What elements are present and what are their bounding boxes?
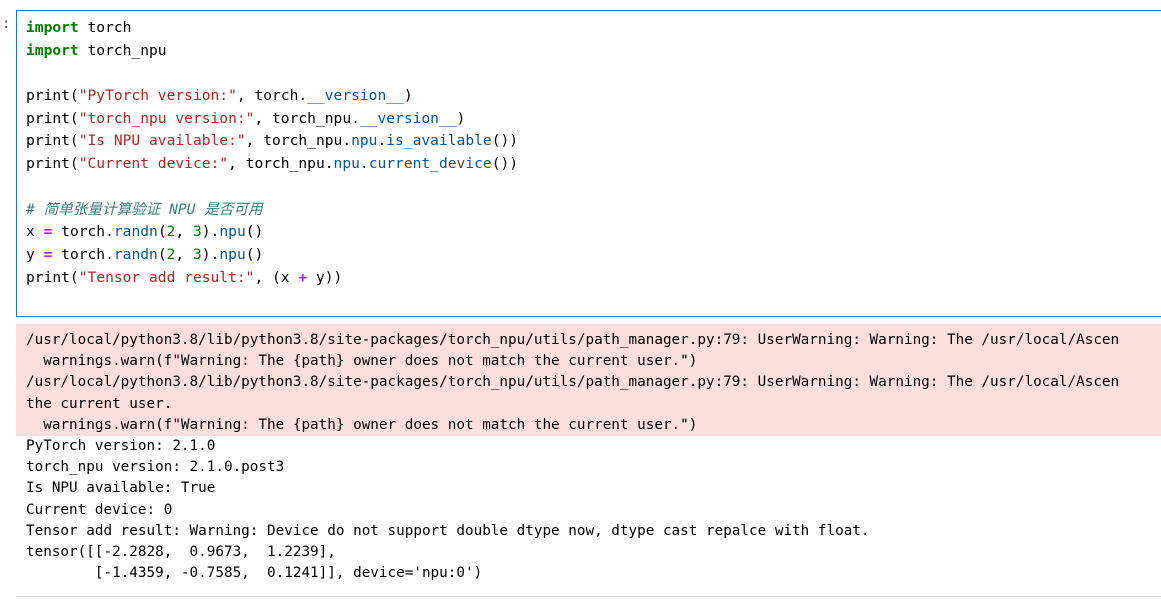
- code-token: print(: [26, 109, 79, 127]
- code-token: torch.: [52, 245, 114, 263]
- code-line[interactable]: [26, 176, 518, 199]
- code-token: __version__: [359, 109, 457, 127]
- code-token: torch: [78, 19, 132, 36]
- code-line[interactable]: import torch_npu: [26, 40, 518, 63]
- code-token: .: [359, 155, 369, 173]
- code-token: npu: [219, 245, 246, 263]
- code-token: , torch_npu.: [254, 109, 360, 127]
- code-token: y)): [307, 268, 343, 286]
- code-token: ): [456, 109, 466, 127]
- code-token: (): [245, 245, 264, 263]
- code-token: 3: [193, 223, 202, 241]
- code-token: print(: [26, 87, 79, 105]
- code-token: ,: [175, 245, 193, 263]
- stderr-line: /usr/local/python3.8/lib/python3.8/site-…: [26, 374, 1120, 391]
- code-token: ).: [201, 223, 220, 241]
- code-token: , (x: [254, 268, 299, 286]
- code-line[interactable]: print("Tensor add result:", (x + y)): [26, 267, 518, 290]
- code-token: (: [157, 223, 167, 241]
- stderr-output: /usr/local/python3.8/lib/python3.8/site-…: [16, 324, 1161, 436]
- code-line[interactable]: print("Current device:", torch_npu.npu.c…: [26, 153, 518, 176]
- code-token: import: [26, 41, 79, 59]
- stdout-line: Tensor add result: Warning: Device do no…: [26, 522, 870, 539]
- code-token: ()): [491, 132, 519, 150]
- stdout-text: PyTorch version: 2.1.0 torch_npu version:…: [26, 436, 1161, 584]
- stderr-line: the current user.: [26, 395, 173, 412]
- stdout-line: [-1.4359, -0.7585, 0.1241]], device='npu…: [26, 565, 483, 582]
- code-token: npu: [219, 223, 246, 241]
- code-token: , torch_npu.: [228, 155, 334, 173]
- code-token: y: [26, 245, 44, 263]
- code-token: ).: [201, 245, 220, 263]
- code-line[interactable]: print("Is NPU available:", torch_npu.npu…: [26, 130, 518, 153]
- code-token: (: [157, 245, 167, 263]
- code-token: "Is NPU available:": [78, 132, 246, 150]
- notebook-page: : import torch import torch_npu print("Py…: [0, 0, 1161, 599]
- code-token: +: [298, 268, 308, 286]
- code-line[interactable]: import torch: [26, 17, 518, 40]
- code-token: __version__: [307, 87, 404, 105]
- code-token: , torch.: [236, 87, 308, 105]
- code-token: "Tensor add result:": [78, 268, 255, 286]
- code-token: current_device: [368, 155, 492, 173]
- code-token: randn: [113, 245, 158, 263]
- code-cell-editor[interactable]: import torch import torch_npu print("PyTo…: [16, 10, 1161, 317]
- code-line[interactable]: # 简单张量计算验证 NPU 是否可用: [26, 199, 518, 222]
- code-token: print(: [26, 132, 79, 150]
- code-token: # 简单张量计算验证 NPU 是否可用: [26, 200, 263, 218]
- code-token: is_available: [386, 132, 492, 150]
- code-token: print(: [26, 268, 79, 286]
- stderr-line: /usr/local/python3.8/lib/python3.8/site-…: [26, 332, 1120, 348]
- code-token: (): [245, 223, 264, 241]
- cell-divider: [16, 596, 1161, 597]
- code-block[interactable]: import torch import torch_npu print("PyTo…: [26, 17, 518, 289]
- stdout-line: Current device: 0: [26, 501, 173, 518]
- code-token: randn: [113, 223, 158, 241]
- code-token: npu: [351, 132, 378, 150]
- stdout-line: torch_npu version: 2.1.0.post3: [26, 459, 285, 476]
- stdout-line: Is NPU available: True: [26, 480, 216, 497]
- code-line[interactable]: print("torch_npu version:", torch_npu.__…: [26, 108, 518, 131]
- code-line[interactable]: x = torch.randn(2, 3).npu(): [26, 221, 518, 244]
- code-token: print(: [26, 155, 79, 173]
- code-line[interactable]: print("PyTorch version:", torch.__versio…: [26, 85, 518, 108]
- stdout-output: PyTorch version: 2.1.0 torch_npu version:…: [16, 436, 1161, 596]
- stderr-line: warnings.warn(f"Warning: The {path} owne…: [26, 353, 698, 370]
- code-token: , torch_npu.: [245, 132, 352, 150]
- code-token: torch.: [52, 223, 114, 241]
- code-token: 3: [193, 245, 202, 263]
- stdout-line: PyTorch version: 2.1.0: [26, 438, 216, 454]
- code-token: torch_npu: [78, 41, 167, 59]
- code-token: import: [26, 19, 79, 36]
- code-token: npu: [333, 155, 360, 173]
- code-token: x: [26, 223, 44, 241]
- code-token: "torch_npu version:": [78, 109, 255, 127]
- code-line[interactable]: y = torch.randn(2, 3).npu(): [26, 244, 518, 267]
- stdout-line: tensor([[-2.2828, 0.9673, 1.2239],: [26, 543, 336, 560]
- code-line[interactable]: [26, 62, 518, 85]
- code-token: ): [403, 87, 413, 105]
- code-token: ()): [491, 155, 519, 173]
- cell-prompt: :: [2, 16, 11, 32]
- code-token: "PyTorch version:": [78, 87, 237, 105]
- code-token: .: [377, 132, 387, 150]
- code-token: ,: [175, 223, 193, 241]
- stderr-line: warnings.warn(f"Warning: The {path} owne…: [26, 416, 698, 433]
- code-token: "Current device:": [78, 155, 229, 173]
- stderr-text: /usr/local/python3.8/lib/python3.8/site-…: [26, 330, 1161, 436]
